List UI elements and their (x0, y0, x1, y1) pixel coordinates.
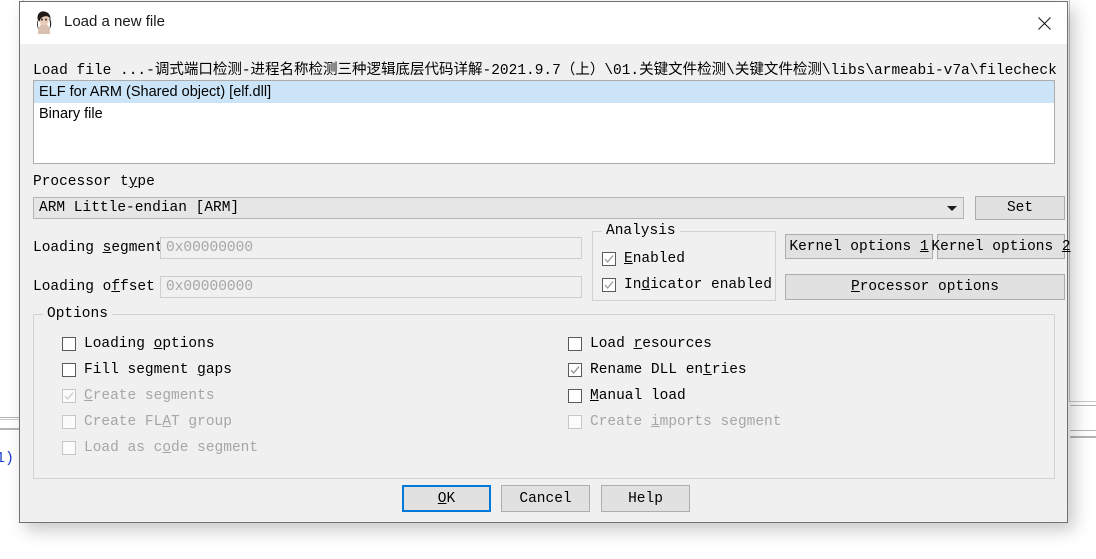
options-group: Options Loading options Fill segment gap… (33, 306, 1055, 479)
processor-options-label: Processor options (851, 279, 999, 295)
checkbox-load-resources[interactable]: Load resources (568, 335, 712, 353)
processor-label-prefix: Processor t (33, 174, 129, 190)
ok-button-label: OK (437, 490, 456, 507)
file-format-list[interactable]: ELF for ARM (Shared object) [elf.dll] Bi… (33, 80, 1055, 164)
background-panel-right-top (1069, 0, 1096, 402)
background-divider-4 (1070, 430, 1096, 431)
checkbox-box (602, 252, 616, 266)
loading-offset-label: Loading offset (33, 279, 155, 295)
kernel-options-1-button[interactable]: Kernel options 1 (785, 234, 933, 259)
checkbox-box (62, 441, 76, 455)
loading-segment-label: Loading segment (33, 240, 164, 256)
chevron-down-icon[interactable] (941, 198, 963, 218)
checkbox-create-flat-group: Create FLAT group (62, 413, 232, 431)
loading-segment-input[interactable]: 0x00000000 (160, 237, 582, 259)
dialog-title: Load a new file (64, 13, 165, 30)
checkbox-label: Fill segment gaps (84, 362, 232, 378)
cancel-button-label: Cancel (519, 490, 572, 507)
loading-offset-value: 0x00000000 (166, 279, 254, 295)
processor-options-button[interactable]: Processor options (785, 274, 1065, 300)
cancel-button[interactable]: Cancel (501, 485, 590, 512)
checkbox-box (568, 389, 582, 403)
dialog-titlebar[interactable]: Load a new file (20, 2, 1067, 44)
loading-offset-label-mnemonic: f (111, 279, 121, 295)
checkbox-box (62, 363, 76, 377)
checkbox-box (62, 337, 76, 351)
checkbox-box (568, 337, 582, 351)
checkbox-indicator-enabled[interactable]: Indicator enabled (602, 276, 772, 294)
processor-type-label: Processor type (33, 174, 155, 190)
checkbox-box (602, 278, 616, 292)
checkbox-label: Enabled (624, 251, 685, 267)
checkbox-label: Load resources (590, 336, 712, 352)
checkbox-label: Manual load (590, 388, 686, 404)
ok-button[interactable]: OK (402, 485, 491, 512)
checkbox-box (62, 389, 76, 403)
close-icon[interactable] (1021, 2, 1067, 44)
loading-offset-label-prefix: Loading o (33, 279, 112, 295)
loading-offset-label-suffix: fset (120, 279, 155, 295)
checkbox-label: Create FLAT group (84, 414, 232, 430)
checkbox-label: Rename DLL entries (590, 362, 747, 378)
loading-segment-value: 0x00000000 (166, 240, 254, 256)
checkbox-label: Loading options (84, 336, 215, 352)
checkbox-label: Indicator enabled (624, 277, 772, 293)
kernel-options-2-button[interactable]: Kernel options 2 (931, 234, 1071, 259)
checkbox-box (568, 415, 582, 429)
checkbox-manual-load[interactable]: Manual load (568, 387, 686, 405)
checkbox-box (568, 363, 582, 377)
analysis-group: Analysis Enabled Indicator enabled (592, 223, 776, 301)
loading-offset-input[interactable]: 0x00000000 (160, 276, 582, 298)
processor-label-suffix: pe (137, 174, 155, 190)
background-divider-5 (1070, 436, 1096, 438)
checkbox-label: Create segments (84, 388, 215, 404)
loading-segment-label-prefix: Loading (33, 240, 103, 256)
file-path-label: Load file ...-调式端口检测-进程名称检测三种逻辑底层代码详解-20… (33, 58, 1058, 78)
set-button-label: Set (1006, 200, 1034, 216)
file-path-text: Load file ...-调式端口检测-进程名称检测三种逻辑底层代码详解-20… (33, 63, 1058, 78)
kernel-options-2-label: Kernel options 2 (931, 238, 1071, 255)
loading-segment-label-suffix: egment (111, 240, 164, 256)
list-item[interactable]: ELF for ARM (Shared object) [elf.dll] (34, 81, 1054, 103)
checkbox-load-as-code-segment: Load as code segment (62, 439, 258, 457)
checkbox-label: Load as code segment (84, 440, 259, 456)
analysis-group-title: Analysis (602, 223, 680, 239)
background-text-fragment: 1) (0, 450, 15, 467)
screen: 1) Load a new file Load file ...-调式端口检测-… (0, 0, 1096, 559)
checkbox-box (62, 415, 76, 429)
checkbox-analysis-enabled[interactable]: Enabled (602, 250, 685, 268)
processor-type-value: ARM Little-endian [ARM] (39, 200, 240, 216)
load-new-file-dialog: Load a new file Load file ...-调式端口检测-进程名… (19, 1, 1071, 523)
kernel-options-1-label: Kernel options 1 (789, 238, 929, 255)
processor-type-select[interactable]: ARM Little-endian [ARM] (33, 197, 964, 219)
options-group-title: Options (43, 306, 112, 322)
background-divider-3 (1070, 405, 1096, 406)
checkbox-create-segments: Create segments (62, 387, 215, 405)
dialog-body: Load file ...-调式端口检测-进程名称检测三种逻辑底层代码详解-20… (20, 44, 1071, 522)
help-button[interactable]: Help (601, 485, 690, 512)
set-button[interactable]: Set (975, 196, 1065, 220)
checkbox-label: Create imports segment (590, 414, 782, 430)
checkbox-create-imports-segment: Create imports segment (568, 413, 781, 431)
checkbox-fill-segment-gaps[interactable]: Fill segment gaps (62, 361, 232, 379)
list-item[interactable]: Binary file (34, 103, 1054, 125)
checkbox-loading-options[interactable]: Loading options (62, 335, 215, 353)
help-button-label: Help (628, 490, 663, 507)
ida-portrait-icon (32, 10, 56, 35)
checkbox-rename-dll-entries[interactable]: Rename DLL entries (568, 361, 747, 379)
